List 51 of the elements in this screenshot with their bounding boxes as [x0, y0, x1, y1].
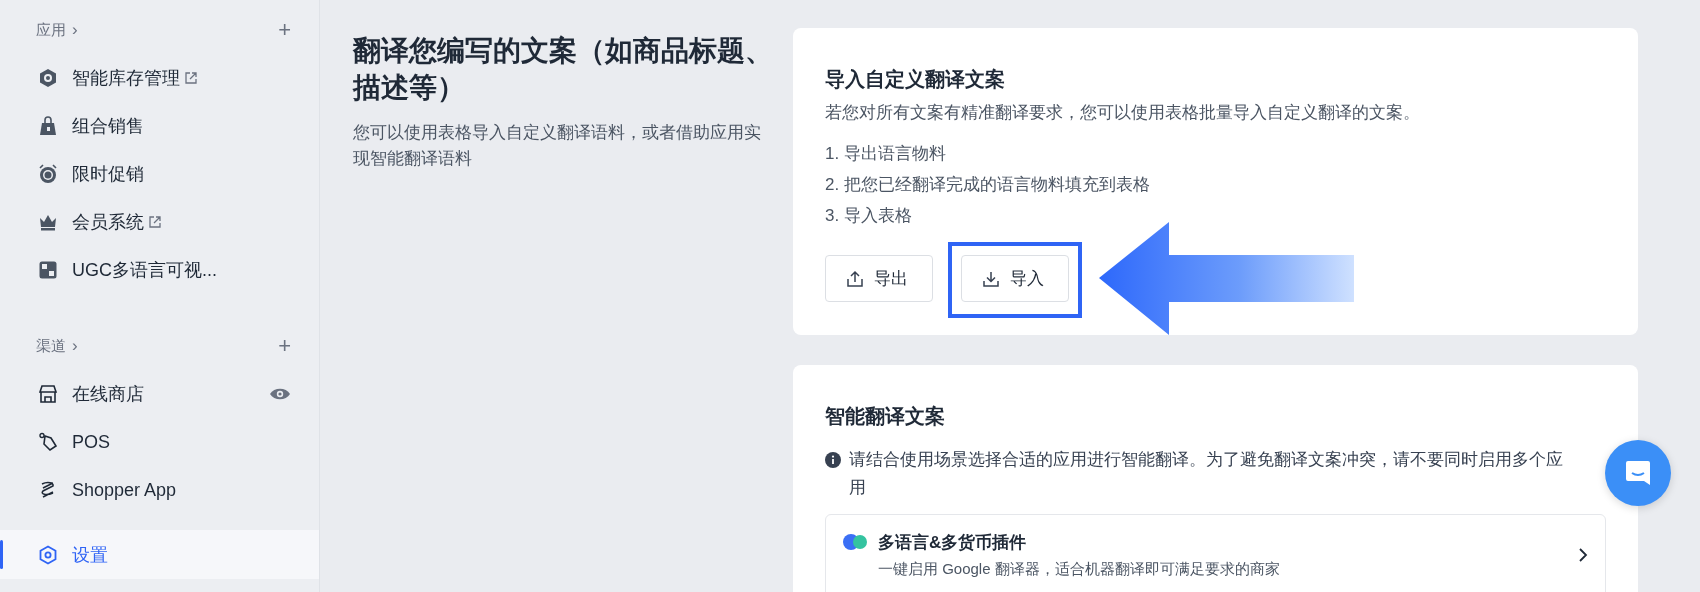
- item-label: 在线商店: [72, 383, 144, 406]
- import-button[interactable]: 导入: [961, 255, 1069, 302]
- sidebar-item[interactable]: 设置: [0, 530, 319, 579]
- tag-icon: [38, 432, 58, 452]
- chevron-right-icon: [1577, 546, 1589, 564]
- download-icon: [982, 269, 1000, 288]
- sidebar-item[interactable]: Shopper App: [0, 466, 319, 514]
- app-description: 一键启用 Google 翻译器，适合机器翻译即可满足要求的商家: [878, 560, 1280, 579]
- item-label: 限时促销: [72, 163, 144, 186]
- item-label: 组合销售: [72, 115, 144, 138]
- section-heading: 翻译您编写的文案（如商品标题、描述等）: [353, 34, 774, 105]
- sidebar-item[interactable]: UGC多语言可视...: [0, 246, 319, 294]
- step-text: 3. 导入表格: [825, 205, 913, 227]
- section-description: 您可以使用表格导入自定义翻译语料，或者借助应用实现智能翻译语料: [353, 122, 762, 170]
- app-title: 多语言&多货币插件: [878, 532, 1028, 554]
- alarm-clock-icon: [38, 164, 58, 184]
- eye-icon[interactable]: [269, 386, 291, 402]
- item-label: 会员系统: [72, 211, 144, 234]
- chat-button[interactable]: [1605, 440, 1671, 506]
- item-label: 设置: [72, 543, 108, 567]
- item-label: Shopper App: [72, 479, 177, 501]
- card-description: 若您对所有文案有精准翻译要求，您可以使用表格批量导入自定义翻译的文案。: [825, 102, 1421, 124]
- info-icon: [825, 452, 841, 468]
- export-button[interactable]: 导出: [825, 255, 933, 302]
- app-row[interactable]: 多语言&多货币插件 一键启用 Google 翻译器，适合机器翻译即可满足要求的商家: [825, 514, 1606, 592]
- step-text: 1. 导出语言物料: [825, 143, 947, 165]
- section-title[interactable]: 应用: [36, 20, 66, 40]
- card-title: 智能翻译文案: [825, 404, 946, 429]
- notice-text: 请结合使用场景选择合适的应用进行智能翻译。为了避免翻译文案冲突，请不要同时启用多个应用: [849, 449, 1564, 499]
- plugin-icon: [842, 533, 868, 551]
- step-text: 2. 把您已经翻译完成的语言物料填充到表格: [825, 174, 1151, 196]
- chat-icon: [1623, 458, 1653, 488]
- card-title: 导入自定义翻译文案: [825, 67, 1006, 92]
- section-title[interactable]: 渠道: [36, 336, 66, 356]
- sidebar-item[interactable]: 智能库存管理: [0, 54, 319, 102]
- add-button[interactable]: +: [278, 17, 291, 43]
- sidebar-item[interactable]: POS: [0, 418, 319, 466]
- chevron-icon[interactable]: ›: [72, 20, 78, 40]
- item-label: UGC多语言可视...: [72, 259, 217, 282]
- sidebar-item[interactable]: 组合销售: [0, 102, 319, 150]
- settings-icon: [38, 544, 58, 565]
- hexagon-icon: [38, 68, 58, 88]
- upload-icon: [846, 269, 864, 288]
- chevron-icon[interactable]: ›: [72, 336, 78, 356]
- item-label: POS: [72, 431, 110, 453]
- store-icon: [38, 384, 58, 404]
- add-button[interactable]: +: [278, 333, 291, 359]
- item-label: 智能库存管理: [72, 67, 180, 90]
- sidebar-item[interactable]: 在线商店: [0, 370, 319, 418]
- sidebar-item[interactable]: 会员系统: [0, 198, 319, 246]
- sidebar-item[interactable]: 限时促销: [0, 150, 319, 198]
